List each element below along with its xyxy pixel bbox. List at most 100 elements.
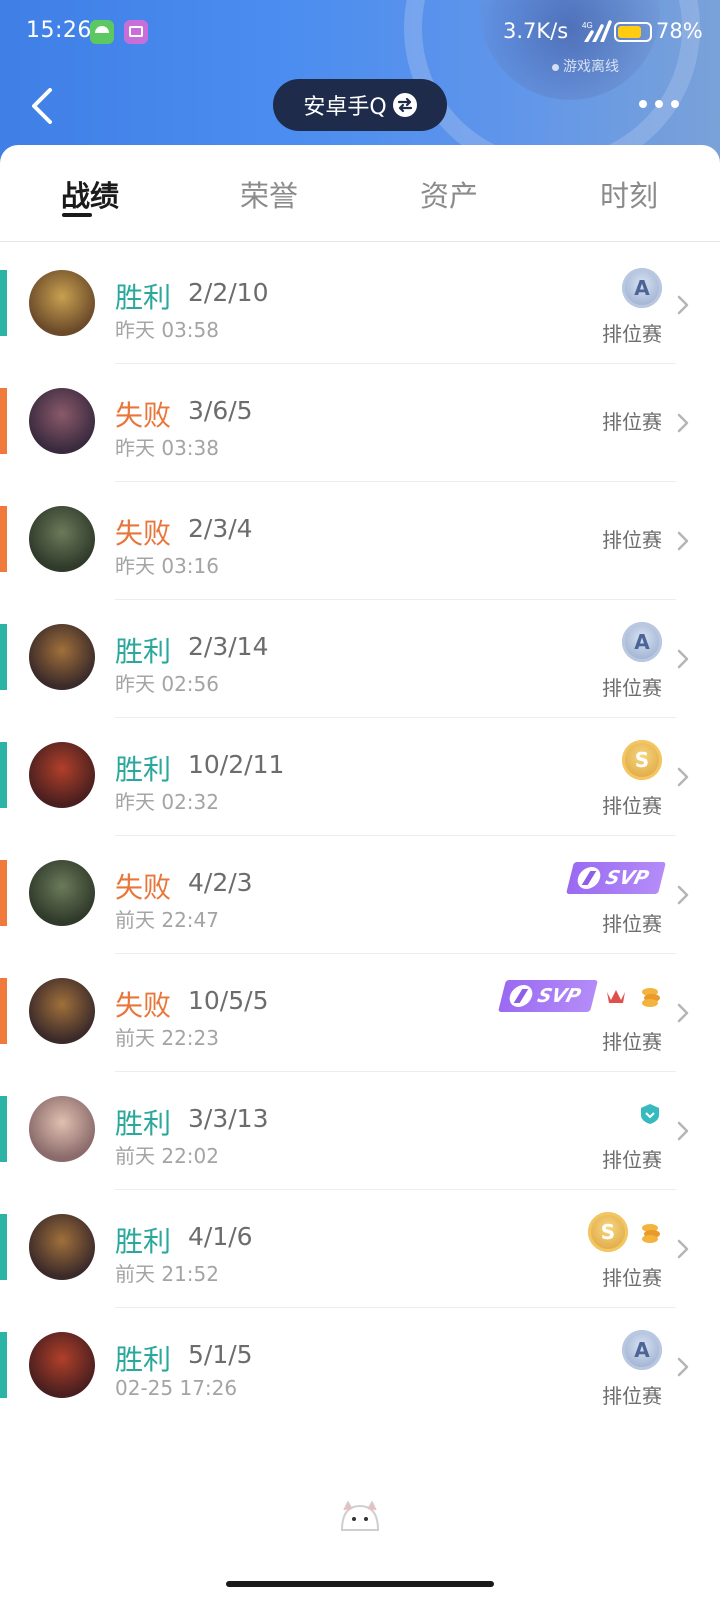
chevron-right-icon xyxy=(677,767,689,787)
active-tab-indicator xyxy=(62,213,92,217)
status-bar: 15:26 3.7K/s 4G 78% xyxy=(0,0,720,64)
chevron-right-icon xyxy=(677,885,689,905)
match-result: 失败 xyxy=(115,989,172,1022)
battery-percent: 78% xyxy=(656,19,703,43)
match-kda: 5/1/5 xyxy=(188,1340,253,1369)
result-indicator-bar xyxy=(0,624,7,690)
chevron-right-icon xyxy=(677,1121,689,1141)
svp-label: SVP xyxy=(534,985,583,1007)
match-row[interactable]: 失败 3/6/5 昨天 03:38 排位赛 xyxy=(0,364,720,482)
chevron-left-icon xyxy=(32,88,52,124)
match-mode: 排位赛 xyxy=(602,528,662,552)
match-time: 昨天 03:38 xyxy=(115,436,219,460)
tab-records[interactable]: 战绩 xyxy=(30,173,150,215)
result-indicator-bar xyxy=(0,506,7,572)
match-mode: 排位赛 xyxy=(602,1148,662,1172)
match-result: 胜利 xyxy=(115,281,172,314)
match-row[interactable]: 胜利 10/2/11 昨天 02:32 S 排位赛 xyxy=(0,718,720,836)
match-kda: 10/5/5 xyxy=(188,986,269,1015)
match-mode: 排位赛 xyxy=(602,1030,662,1054)
offline-status-text: 游戏离线 xyxy=(563,59,619,75)
match-badges: A xyxy=(622,620,662,664)
shield-icon xyxy=(641,1104,659,1124)
home-indicator[interactable] xyxy=(226,1581,494,1587)
grade-a-badge: A xyxy=(622,1330,662,1370)
chevron-right-icon xyxy=(677,1003,689,1023)
hero-avatar xyxy=(29,742,95,808)
tab-moments[interactable]: 时刻 xyxy=(569,173,689,215)
result-indicator-bar xyxy=(0,270,7,336)
hero-avatar xyxy=(29,388,95,454)
match-badges xyxy=(638,1092,662,1136)
match-result: 胜利 xyxy=(115,1343,172,1376)
hero-avatar xyxy=(29,270,95,336)
svp-badge: SVP xyxy=(565,862,666,894)
match-badges: A xyxy=(622,1328,662,1372)
crown-icon xyxy=(607,990,625,1003)
match-kda: 3/3/13 xyxy=(188,1104,269,1133)
match-result: 胜利 xyxy=(115,1225,172,1258)
hero-avatar xyxy=(29,1214,95,1280)
match-row[interactable]: 胜利 2/2/10 昨天 03:58 A 排位赛 xyxy=(0,246,720,364)
match-list: 胜利 2/2/10 昨天 03:58 A 排位赛 失败 3/6/5 昨天 03:38 排位赛 失败… xyxy=(0,246,720,1426)
hero-avatar xyxy=(29,978,95,1044)
match-time: 前天 22:02 xyxy=(115,1144,219,1168)
match-result: 胜利 xyxy=(115,753,172,786)
match-row[interactable]: 失败 4/2/3 前天 22:47 SVP 排位赛 xyxy=(0,836,720,954)
match-row[interactable]: 胜利 4/1/6 前天 21:52 S 排位赛 xyxy=(0,1190,720,1308)
chevron-right-icon xyxy=(677,1357,689,1377)
tab-honors[interactable]: 荣誉 xyxy=(209,173,329,215)
match-time: 昨天 03:16 xyxy=(115,554,219,578)
offline-status: 游戏离线 xyxy=(552,56,619,76)
hero-avatar xyxy=(29,1332,95,1398)
match-kda: 4/1/6 xyxy=(188,1222,253,1251)
match-badges: S xyxy=(588,1210,662,1254)
match-mode: 排位赛 xyxy=(602,794,662,818)
tab-bar: 战绩 荣誉 资产 时刻 xyxy=(0,145,720,242)
match-kda: 4/2/3 xyxy=(188,868,253,897)
battery-icon xyxy=(614,22,652,42)
hero-avatar xyxy=(29,624,95,690)
match-time: 昨天 02:56 xyxy=(115,672,219,696)
tab-assets[interactable]: 资产 xyxy=(389,173,509,215)
result-indicator-bar xyxy=(0,860,7,926)
back-button[interactable] xyxy=(26,84,66,128)
mascot-icon xyxy=(340,1500,380,1531)
chevron-right-icon xyxy=(677,1239,689,1259)
battery-level-fill xyxy=(618,26,641,38)
screen: 15:26 3.7K/s 4G 78% 游戏离线 安卓手Q 战绩 荣誉 资产 时… xyxy=(0,0,720,1600)
result-indicator-bar xyxy=(0,1332,7,1398)
match-time: 前天 21:52 xyxy=(115,1262,219,1286)
match-mode: 排位赛 xyxy=(602,912,662,936)
match-row[interactable]: 胜利 3/3/13 前天 22:02 排位赛 xyxy=(0,1072,720,1190)
match-row[interactable]: 失败 2/3/4 昨天 03:16 排位赛 xyxy=(0,482,720,600)
lightning-icon xyxy=(506,985,535,1007)
result-indicator-bar xyxy=(0,742,7,808)
hero-avatar xyxy=(29,1096,95,1162)
match-kda: 3/6/5 xyxy=(188,396,253,425)
match-kda: 2/3/14 xyxy=(188,632,269,661)
chevron-right-icon xyxy=(677,413,689,433)
svp-label: SVP xyxy=(602,867,651,889)
chevron-right-icon xyxy=(677,531,689,551)
match-mode: 排位赛 xyxy=(602,322,662,346)
more-dots-icon[interactable] xyxy=(637,92,681,116)
status-time: 15:26 xyxy=(26,18,92,43)
chevron-right-icon xyxy=(677,649,689,669)
match-badges: A xyxy=(622,266,662,310)
account-label: 安卓手Q xyxy=(303,95,387,120)
offline-dot-icon xyxy=(552,63,559,71)
account-switch-button[interactable]: 安卓手Q xyxy=(273,79,447,131)
match-result: 胜利 xyxy=(115,1107,172,1140)
result-indicator-bar xyxy=(0,1214,7,1280)
swap-arrows-icon xyxy=(392,93,417,117)
match-badges: SVP xyxy=(497,974,662,1018)
match-result: 失败 xyxy=(115,871,172,904)
match-row[interactable]: 失败 10/5/5 前天 22:23 SVP 排位赛 xyxy=(0,954,720,1072)
match-mode: 排位赛 xyxy=(602,676,662,700)
grade-a-badge: A xyxy=(622,622,662,662)
match-time: 昨天 02:32 xyxy=(115,790,219,814)
network-type-label: 4G xyxy=(582,21,593,30)
match-row[interactable]: 胜利 2/3/14 昨天 02:56 A 排位赛 xyxy=(0,600,720,718)
match-row[interactable]: 胜利 5/1/5 02-25 17:26 A 排位赛 xyxy=(0,1308,720,1426)
